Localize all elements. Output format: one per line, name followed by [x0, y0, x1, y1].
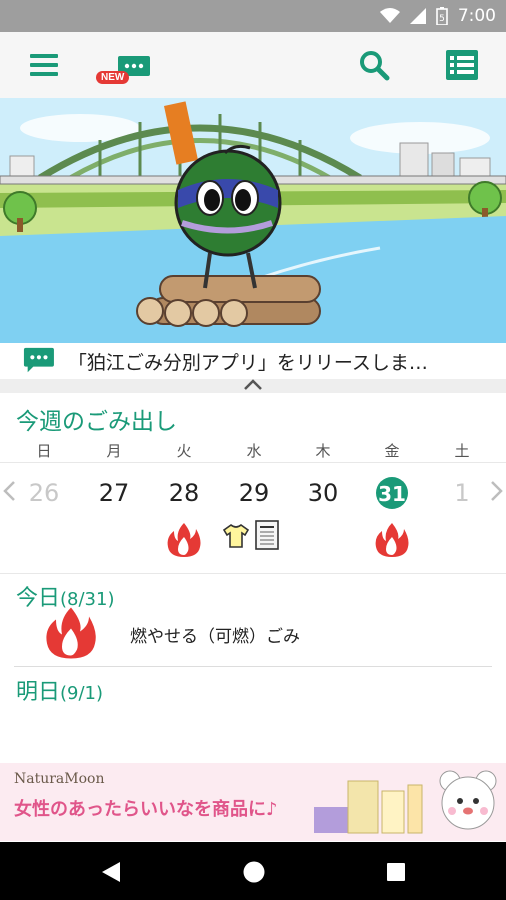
- weekday-label: 木: [315, 442, 331, 460]
- next-week-button[interactable]: [490, 479, 504, 509]
- chevron-left-icon: [3, 481, 15, 501]
- chevron-right-icon: [491, 481, 503, 501]
- battery-icon: 5: [436, 7, 448, 25]
- date-cell-today[interactable]: 31: [370, 482, 414, 506]
- status-bar: 5 7:00: [0, 0, 506, 32]
- wifi-icon: [379, 8, 400, 23]
- week-calendar: 26 27 28 29 30 31 1: [0, 462, 506, 574]
- ad-products-image: [314, 780, 423, 834]
- date-cell[interactable]: 1: [440, 479, 484, 507]
- weekday-header: 日 月 火 水 木 金 土: [0, 440, 506, 462]
- list-icon: [446, 50, 478, 80]
- bear-mascot-image: [439, 770, 497, 830]
- burnable-fire-icon: [167, 523, 201, 557]
- home-icon[interactable]: [242, 860, 266, 884]
- status-time: 7:00: [457, 6, 496, 26]
- date-cell[interactable]: 29: [232, 479, 276, 507]
- back-icon[interactable]: [100, 861, 122, 883]
- new-badge: NEW: [96, 71, 130, 84]
- prev-week-button[interactable]: [2, 479, 16, 509]
- tomorrow-heading: 明日(9/1): [16, 674, 103, 706]
- ad-brand: NaturaMoon: [14, 771, 105, 787]
- date-cell[interactable]: 26: [22, 479, 66, 507]
- weekday-label: 水: [246, 442, 262, 460]
- collapse-handle[interactable]: [0, 379, 506, 393]
- mascot-raft-illustration: [0, 98, 506, 343]
- cell-signal-icon: [409, 8, 426, 24]
- date-cell[interactable]: 28: [162, 479, 206, 507]
- news-button[interactable]: [108, 32, 160, 98]
- tomorrow-date: (9/1): [60, 683, 104, 704]
- list-button[interactable]: [436, 32, 488, 98]
- weekday-label: 火: [176, 442, 192, 460]
- news-text: 「狛江ごみ分別アプリ」をリリースしま…: [67, 351, 428, 374]
- menu-button[interactable]: [18, 32, 70, 98]
- recents-icon[interactable]: [386, 862, 406, 882]
- ad-copy: 女性のあったらいいなを商品に♪: [14, 799, 278, 820]
- week-title: 今週のごみ出し: [16, 409, 177, 435]
- navigation-bar: [0, 842, 506, 900]
- weekday-label: 日: [36, 442, 52, 460]
- app-bar: NEW: [0, 32, 506, 99]
- banner-image[interactable]: [0, 98, 506, 343]
- date-cell[interactable]: 27: [92, 479, 136, 507]
- hamburger-menu-icon: [30, 54, 58, 76]
- divider: [14, 666, 492, 667]
- burnable-fire-icon: [46, 607, 96, 659]
- chevron-up-icon: [244, 379, 262, 390]
- search-button[interactable]: [348, 32, 400, 98]
- weekday-label: 月: [106, 442, 122, 460]
- date-cell[interactable]: 30: [301, 479, 345, 507]
- search-icon: [360, 51, 390, 81]
- clothing-tshirt-icon: [222, 523, 250, 548]
- chat-bubble-icon: [23, 347, 54, 373]
- svg-text:5: 5: [439, 14, 445, 24]
- newspaper-icon: [255, 520, 279, 550]
- today-garbage-type[interactable]: 燃やせる（可燃）ごみ: [130, 622, 300, 647]
- news-ticker[interactable]: 「狛江ごみ分別アプリ」をリリースしま…: [0, 343, 506, 379]
- weekday-label: 土: [454, 442, 470, 460]
- burnable-fire-icon: [375, 523, 409, 557]
- tomorrow-label: 明日: [16, 680, 61, 705]
- weekday-label: 金: [384, 442, 400, 460]
- ad-banner[interactable]: NaturaMoon 女性のあったらいいなを商品に♪: [0, 763, 506, 841]
